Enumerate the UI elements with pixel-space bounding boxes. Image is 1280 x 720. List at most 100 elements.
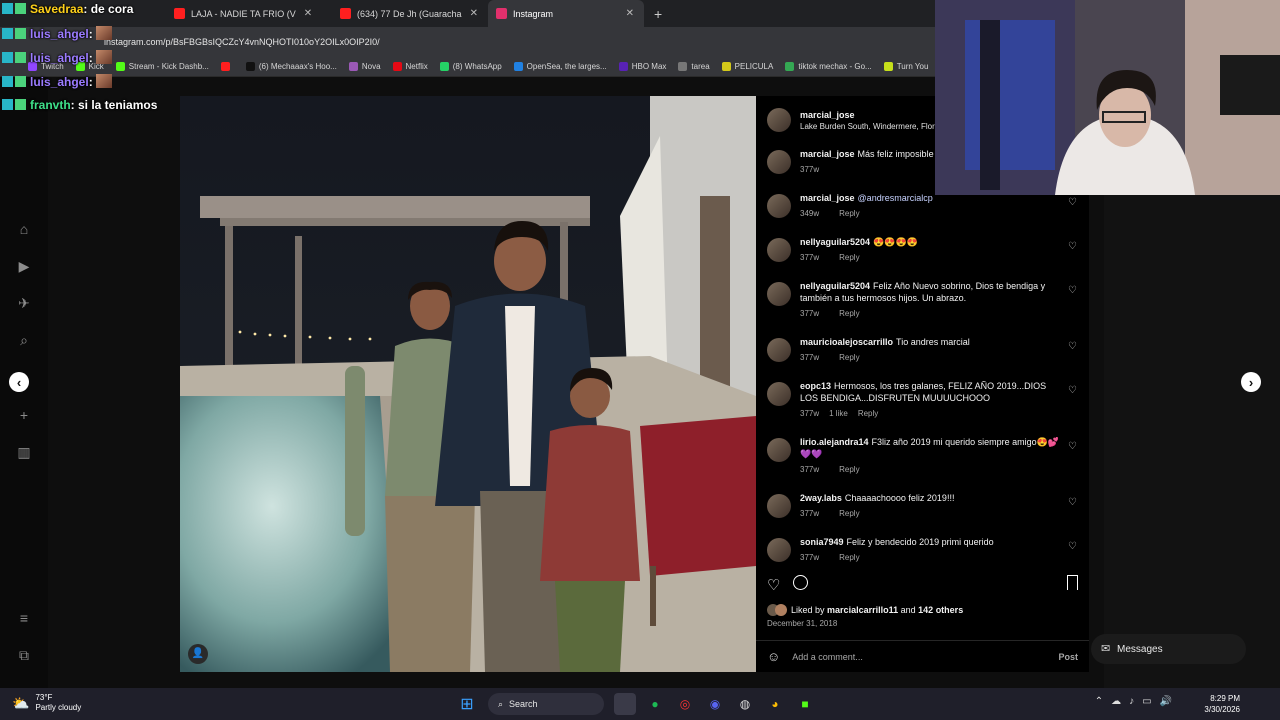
create-icon[interactable]: + [14, 405, 34, 425]
reply-button[interactable]: Reply [839, 353, 859, 362]
close-icon[interactable]: ✕ [304, 8, 312, 19]
comment-likes[interactable]: 1 like [829, 409, 848, 418]
comment-username[interactable]: marcial_jose [800, 193, 855, 203]
reply-button[interactable]: Reply [858, 409, 878, 418]
comment-like-icon[interactable]: ♡ [1068, 198, 1078, 208]
bookmark-item[interactable]: Nova [348, 62, 381, 71]
bookmark-item[interactable]: (8) WhatsApp [439, 62, 502, 71]
browser-tab[interactable]: (634) 77 De Jh (Guaracha Versi ✕ [332, 0, 488, 27]
steam-icon[interactable]: ◍ [734, 693, 756, 715]
spotify-icon[interactable]: ● [644, 693, 666, 715]
next-post-button[interactable]: › [1241, 372, 1261, 392]
avatar[interactable] [767, 338, 791, 362]
search-icon[interactable]: ⌕ [14, 330, 34, 350]
explore-icon[interactable]: ✈ [14, 293, 34, 313]
post-author[interactable]: marcial_jose [800, 110, 937, 120]
taskbar-search[interactable]: ⌕ Search [488, 693, 604, 715]
address-bar[interactable]: instagram.com/p/BsFBGBsIQCZcY4vnNQHOTI01… [0, 27, 935, 57]
comment-meta: 377w Reply [800, 252, 1060, 264]
post-comment-button[interactable]: Post [1058, 652, 1078, 662]
avatar[interactable] [767, 438, 791, 462]
comment-like-icon[interactable]: ♡ [1068, 542, 1078, 552]
comment-meta: 377w 1 like Reply [800, 408, 1060, 420]
comment-like-icon[interactable]: ♡ [1068, 386, 1078, 396]
reply-button[interactable]: Reply [839, 553, 859, 562]
liked-by-others[interactable]: 142 others [918, 605, 963, 615]
bookmark-item[interactable]: HBO Max [618, 62, 666, 71]
avatar[interactable] [767, 150, 791, 174]
comment-like-icon[interactable]: ♡ [1068, 498, 1078, 508]
bookmark-item[interactable] [220, 62, 234, 71]
bookmark-icon[interactable] [1067, 575, 1078, 590]
comment-like-icon[interactable]: ♡ [1068, 442, 1078, 452]
comment-like-icon[interactable]: ♡ [1068, 242, 1078, 252]
reply-button[interactable]: Reply [839, 465, 859, 474]
emote-icon [95, 74, 112, 88]
reply-button[interactable]: Reply [839, 209, 859, 218]
bookmark-item[interactable]: OpenSea, the larges... [513, 62, 607, 71]
comment-username[interactable]: marcial_jose [800, 149, 855, 159]
comment-username[interactable]: nellyaguilar5204 [800, 237, 870, 247]
bookmark-item[interactable]: Stream - Kick Dashb... [115, 62, 209, 71]
avatar[interactable] [767, 538, 791, 562]
avatar[interactable] [767, 494, 791, 518]
bookmark-item[interactable]: PELICULA [721, 62, 773, 71]
opera-icon[interactable]: ◎ [674, 693, 696, 715]
emote-icon [95, 26, 112, 40]
avatar[interactable] [767, 382, 791, 406]
taskbar-clock[interactable]: 8:29 PM 3/30/2026 [1204, 693, 1240, 715]
previous-post-button[interactable]: ‹ [9, 372, 29, 392]
post-photo[interactable]: 👤 [180, 96, 756, 672]
liked-by-user[interactable]: marcialcarrillo11 [827, 605, 898, 615]
bookmark-item[interactable]: Netflix [392, 62, 428, 71]
bookmark-item[interactable]: Turn You [883, 62, 928, 71]
messages-button[interactable]: ✉ Messages [1091, 634, 1246, 664]
menu-icon[interactable]: ≡ [14, 608, 34, 628]
close-icon[interactable]: ✕ [626, 8, 634, 19]
windows-start-icon[interactable]: ⊞ [456, 693, 478, 715]
bookmark-item[interactable]: (6) Mechaaax's Hoo... [245, 62, 337, 71]
bookmark-label: tarea [691, 62, 710, 71]
home-icon[interactable]: ⌂ [14, 219, 34, 239]
post-location[interactable]: Lake Burden South, Windermere, Flori [800, 122, 937, 131]
reply-button[interactable]: Reply [839, 253, 859, 262]
comment-like-icon[interactable]: ♡ [1068, 286, 1078, 296]
avatar[interactable] [767, 238, 791, 262]
kick-icon[interactable]: ■ [794, 693, 816, 715]
bookmark-item[interactable]: tiktok mechax - Go... [785, 62, 872, 71]
comment-username[interactable]: 2way.labs [800, 493, 842, 503]
close-icon[interactable]: ✕ [470, 8, 478, 19]
avatar[interactable] [767, 194, 791, 218]
browser-tab-active[interactable]: Instagram ✕ [488, 0, 644, 27]
chat-username: luis_ahgel [30, 75, 89, 89]
task-view-icon[interactable] [614, 693, 636, 715]
reply-button[interactable]: Reply [839, 309, 859, 318]
new-tab-button[interactable]: + [644, 6, 672, 22]
dashboard-icon[interactable]: ▥ [14, 442, 34, 462]
emoji-icon[interactable]: ☺ [767, 649, 780, 664]
comment-like-icon[interactable]: ♡ [1068, 342, 1078, 352]
comment-username[interactable]: nellyaguilar5204 [800, 281, 870, 291]
avatar[interactable] [767, 282, 791, 306]
system-tray[interactable]: ⌃☁♪▭🔊 [1095, 696, 1180, 707]
chrome-icon[interactable]: ◕ [764, 693, 786, 715]
comment-username[interactable]: mauricioalejoscarrillo [800, 337, 893, 347]
avatar[interactable] [767, 108, 791, 132]
comment-icon[interactable] [793, 575, 808, 590]
comment-username[interactable]: lirio.alejandra14 [800, 437, 869, 447]
comment-body: marcial_jose @andresmarcialcp 349w Reply [800, 192, 1060, 220]
bookmark-item[interactable]: tarea [678, 62, 710, 71]
apps-icon[interactable]: ⧉ [14, 645, 34, 665]
comment-username[interactable]: sonia7949 [800, 537, 844, 547]
url-text[interactable]: instagram.com/p/BsFBGBsIQCZcY4vnNQHOTI01… [104, 37, 380, 47]
weather-widget[interactable]: ⛅ 73°F Partly cloudy [12, 693, 81, 713]
like-heart-icon[interactable]: ♡ [767, 576, 780, 594]
reels-icon[interactable]: ▶ [14, 256, 34, 276]
comment-username[interactable]: eopc13 [800, 381, 831, 391]
browser-tab[interactable]: LAJA - NADIE TA FRIO (V ✕ [166, 0, 332, 27]
reply-button[interactable]: Reply [839, 509, 859, 518]
bookmark-icon [678, 62, 688, 71]
user-tag-icon[interactable]: 👤 [191, 647, 205, 661]
add-comment-input[interactable]: Add a comment... [792, 652, 1058, 662]
discord-icon[interactable]: ◉ [704, 693, 726, 715]
